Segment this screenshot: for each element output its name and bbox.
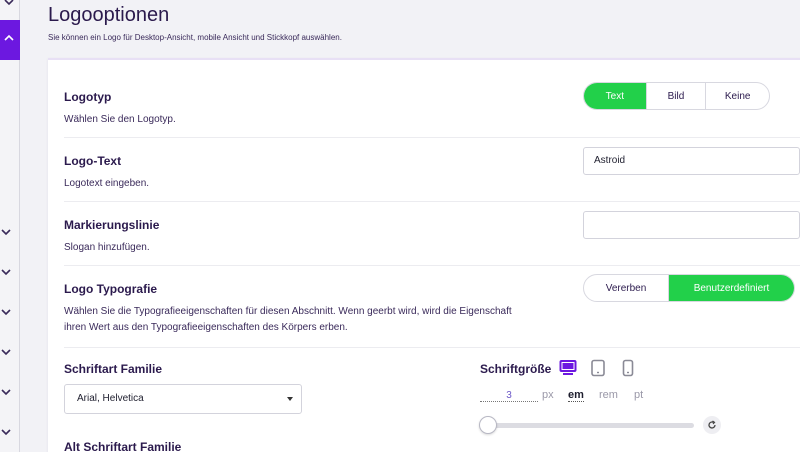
logo-text-desc: Logotext eingeben. — [64, 178, 150, 189]
typography-option-inherit[interactable]: Vererben — [584, 275, 668, 301]
typography-toggle: Vererben Benutzerdefiniert — [583, 274, 795, 302]
side-rail — [0, 0, 20, 452]
tagline-title: Markierungslinie — [64, 218, 160, 232]
logotyp-row: Logotyp Wählen Sie den Logotyp. Text Bil… — [64, 60, 800, 138]
font-size-slider-track[interactable] — [480, 423, 694, 428]
typography-row: Logo Typografie Wählen Sie die Typografi… — [64, 266, 800, 348]
alt-font-family-title: Alt Schriftart Familie — [64, 440, 182, 452]
typography-title: Logo Typografie — [64, 282, 158, 296]
font-family-title: Schriftart Familie — [64, 362, 163, 376]
settings-card: Logotyp Wählen Sie den Logotyp. Text Bil… — [48, 58, 800, 452]
desktop-icon[interactable] — [559, 359, 577, 382]
font-family-value: Arial, Helvetica — [77, 393, 144, 404]
font-family-select[interactable]: Arial, Helvetica — [64, 384, 302, 414]
unit-pt[interactable]: pt — [634, 389, 643, 401]
page-subtitle: Sie können ein Logo für Desktop-Ansicht,… — [48, 33, 342, 42]
mobile-icon[interactable] — [622, 359, 634, 382]
tagline-input[interactable] — [583, 211, 800, 239]
tagline-desc: Slogan hinzufügen. — [64, 242, 150, 253]
logo-text-input[interactable]: Astroid — [583, 147, 800, 175]
chevron-up-icon[interactable] — [4, 34, 16, 46]
typography-option-custom[interactable]: Benutzerdefiniert — [668, 275, 794, 301]
unit-em[interactable]: em — [568, 389, 584, 402]
chevron-down-icon[interactable] — [1, 428, 13, 440]
chevron-down-icon[interactable] — [1, 388, 13, 400]
typography-desc: Wählen Sie die Typografieeigenschaften f… — [64, 306, 512, 333]
font-size-title: Schriftgröße — [480, 362, 552, 376]
chevron-down-icon[interactable] — [1, 228, 13, 240]
reset-icon[interactable] — [703, 416, 721, 434]
logotyp-desc: Wählen Sie den Logotyp. — [64, 114, 176, 125]
logotyp-option-none[interactable]: Keine — [705, 83, 769, 109]
caret-down-icon — [287, 397, 293, 401]
chevron-down-icon[interactable] — [1, 308, 13, 320]
chevron-down-icon[interactable] — [1, 348, 13, 360]
logotyp-title: Logotyp — [64, 90, 112, 104]
chevron-down-icon[interactable] — [4, 0, 16, 10]
unit-rem[interactable]: rem — [599, 389, 618, 401]
logo-text-row: Logo-Text Logotext eingeben. Astroid — [64, 138, 800, 202]
tagline-row: Markierungslinie Slogan hinzufügen. — [64, 202, 800, 266]
unit-px[interactable]: px — [542, 389, 554, 401]
page-title: Logooptionen — [48, 4, 170, 26]
logo-text-title: Logo-Text — [64, 154, 122, 168]
logotyp-toggle: Text Bild Keine — [583, 82, 770, 110]
chevron-down-icon[interactable] — [1, 268, 13, 280]
font-size-slider-thumb[interactable] — [479, 416, 497, 434]
logotyp-option-text[interactable]: Text — [584, 83, 646, 109]
logotyp-option-image[interactable]: Bild — [645, 83, 706, 109]
font-size-input[interactable]: 3 — [480, 390, 538, 402]
tablet-icon[interactable] — [590, 359, 606, 382]
